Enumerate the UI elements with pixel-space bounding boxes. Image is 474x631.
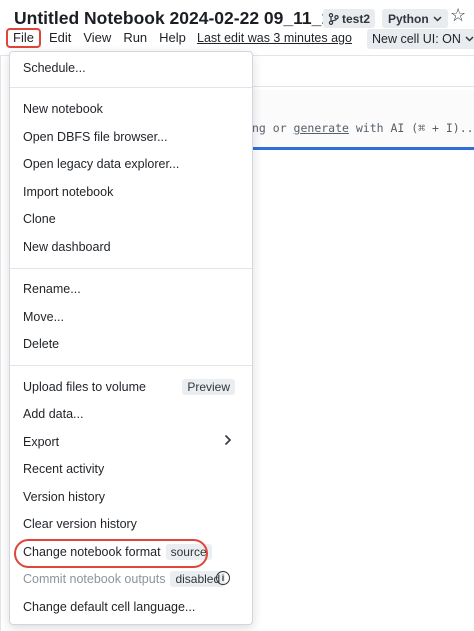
commit-outputs-label: Commit notebook outputs xyxy=(23,572,166,586)
menu-item-recent-activity[interactable]: Recent activity xyxy=(23,459,242,479)
cell-top-rule xyxy=(252,86,474,87)
menu-item-change-default-language[interactable]: Change default cell language... xyxy=(23,597,242,617)
menu-item-schedule[interactable]: Schedule... xyxy=(23,58,242,78)
menu-item-export[interactable]: Export xyxy=(23,432,242,452)
git-branch-icon xyxy=(328,12,339,25)
menu-divider xyxy=(10,87,252,88)
menu-item-clear-version-history[interactable]: Clear version history xyxy=(23,514,242,534)
menu-item-import-notebook[interactable]: Import notebook xyxy=(23,182,242,202)
preview-badge: Preview xyxy=(182,379,235,395)
menu-item-clone[interactable]: Clone xyxy=(23,209,242,229)
menubar: File Edit View Run Help xyxy=(6,28,192,48)
menu-item-move[interactable]: Move... xyxy=(23,307,242,327)
menu-file[interactable]: File xyxy=(6,28,41,48)
menu-item-add-data[interactable]: Add data... xyxy=(23,404,242,424)
menu-help[interactable]: Help xyxy=(153,28,192,48)
menu-divider xyxy=(10,365,252,366)
code-cell[interactable]: ng or generate with AI (⌘ + I)... xyxy=(252,90,474,150)
menu-item-version-history[interactable]: Version history xyxy=(23,487,242,507)
menu-item-new-dashboard[interactable]: New dashboard xyxy=(23,237,242,257)
cell-hint-end: with AI (⌘ + I)... xyxy=(348,121,474,135)
new-cell-ui-label: New cell UI: ON xyxy=(372,32,461,46)
left-gutter-line xyxy=(0,56,1,631)
file-menu: Schedule... New notebook Open DBFS file … xyxy=(9,51,253,625)
chevron-down-icon xyxy=(433,15,442,22)
chevron-right-icon xyxy=(224,434,232,446)
menu-item-rename[interactable]: Rename... xyxy=(23,279,242,299)
menu-item-commit-outputs: Commit notebook outputs disabled i xyxy=(23,569,242,589)
language-label: Python xyxy=(388,11,429,26)
info-icon[interactable]: i xyxy=(216,571,230,585)
menu-run[interactable]: Run xyxy=(117,28,153,48)
chevron-down-icon xyxy=(465,36,474,42)
menu-edit[interactable]: Edit xyxy=(43,28,77,48)
menu-item-upload-files[interactable]: Upload files to volume Preview xyxy=(23,377,242,397)
notebook-title[interactable]: Untitled Notebook 2024-02-22 09_11_19 xyxy=(14,8,341,29)
star-icon[interactable]: ☆ xyxy=(450,6,466,24)
export-label: Export xyxy=(23,435,60,449)
menu-view[interactable]: View xyxy=(77,28,117,48)
upload-files-label: Upload files to volume xyxy=(23,380,146,394)
menu-divider xyxy=(10,268,252,269)
annotation-highlight xyxy=(14,539,208,568)
menu-item-delete[interactable]: Delete xyxy=(23,334,242,354)
language-select[interactable]: Python xyxy=(382,9,448,28)
menu-item-open-dbfs[interactable]: Open DBFS file browser... xyxy=(23,127,242,147)
menu-item-new-notebook[interactable]: New notebook xyxy=(23,99,242,119)
last-edit-link[interactable]: Last edit was 3 minutes ago xyxy=(197,31,352,45)
cell-hint-start: ng or xyxy=(252,121,294,135)
menu-item-open-legacy-explorer[interactable]: Open legacy data explorer... xyxy=(23,154,242,174)
generate-link[interactable]: generate xyxy=(294,121,349,135)
branch-name: test2 xyxy=(342,11,371,26)
git-branch-chip[interactable]: test2 xyxy=(323,9,376,28)
cell-placeholder: ng or generate with AI (⌘ + I)... xyxy=(252,121,474,135)
new-cell-ui-toggle[interactable]: New cell UI: ON xyxy=(367,29,474,49)
